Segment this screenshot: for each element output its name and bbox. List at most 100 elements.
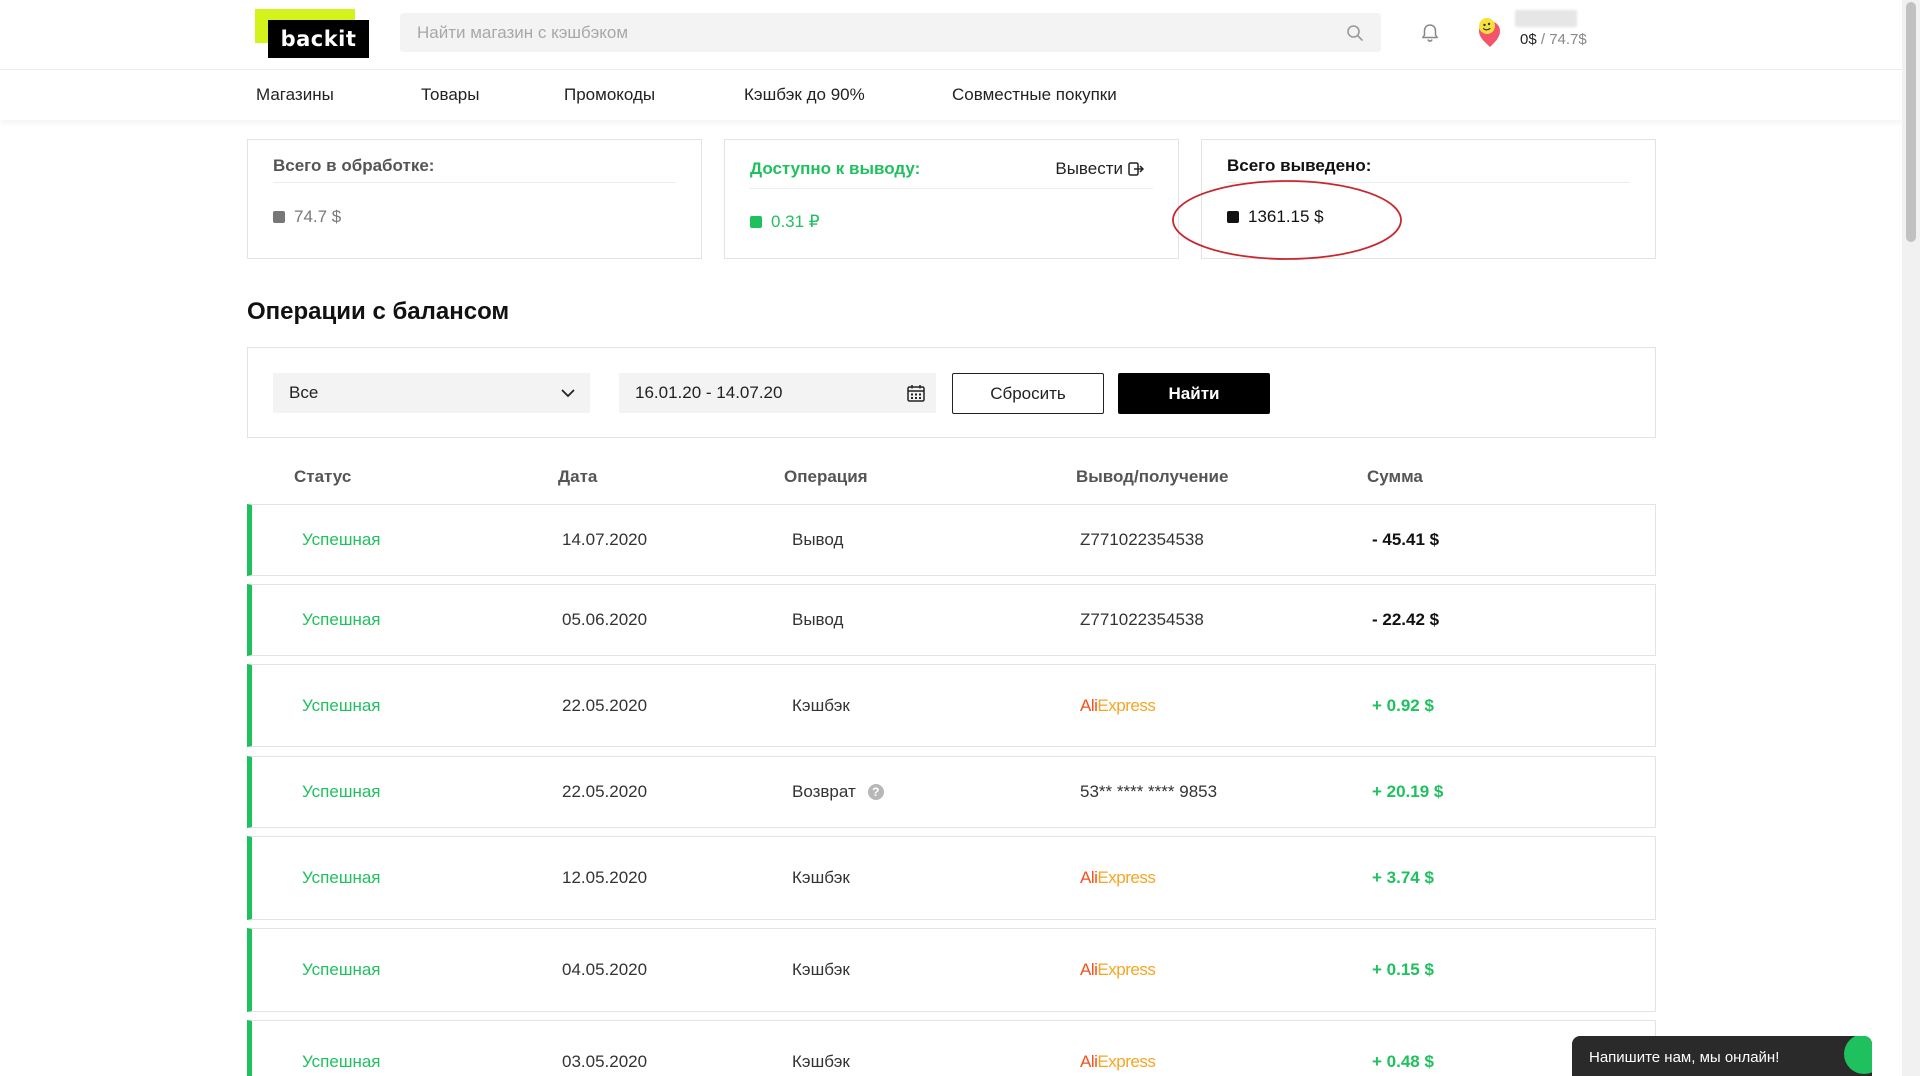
chat-label: Напишите нам, мы онлайн! <box>1589 1049 1780 1066</box>
balance-current: 0$ <box>1520 31 1537 48</box>
row-date: 14.07.2020 <box>562 530 648 549</box>
column-header-destination[interactable]: Вывод/получение <box>1076 467 1228 487</box>
top-header: backit 0$ / 74.7$ <box>0 0 1902 70</box>
column-header-sum[interactable]: Сумма <box>1367 467 1423 487</box>
balance-total: 74.7$ <box>1549 31 1587 48</box>
chevron-down-icon <box>561 389 575 398</box>
logo-text: backit <box>268 20 369 58</box>
reset-button[interactable]: Сбросить <box>952 373 1104 414</box>
find-button[interactable]: Найти <box>1118 373 1270 414</box>
row-date: 04.05.2020 <box>562 960 648 979</box>
search-bar[interactable] <box>400 13 1381 52</box>
row-operation: Кэшбэк <box>792 868 850 888</box>
table-row[interactable]: Успешная 04.05.2020 Кэшбэк AliExpress + … <box>247 928 1656 1012</box>
row-sum: - 45.41 $ <box>1372 530 1440 549</box>
row-date: 22.05.2020 <box>562 695 648 715</box>
bell-icon[interactable] <box>1419 22 1441 44</box>
processing-amount: 74.7 $ <box>294 207 342 226</box>
available-amount: 0.31 ₽ <box>771 212 820 231</box>
row-operation: Вывод <box>792 530 843 550</box>
date-range-field[interactable]: 16.01.20 - 14.07.20 <box>619 373 936 413</box>
row-status: Успешная <box>302 530 381 549</box>
nav-item-shops[interactable]: Магазины <box>256 85 334 105</box>
nav-item-products[interactable]: Товары <box>421 85 479 105</box>
card-available-value: 0.31 ₽ <box>750 212 820 232</box>
online-indicator <box>1844 1036 1872 1074</box>
row-sum: + 0.92 $ <box>1372 695 1434 715</box>
row-date: 22.05.2020 <box>562 782 648 801</box>
header-balance[interactable]: 0$ / 74.7$ <box>1520 31 1587 48</box>
search-input[interactable] <box>400 13 1381 52</box>
row-sum: + 20.19 $ <box>1372 782 1444 801</box>
card-processing-title: Всего в обработке: <box>273 156 435 175</box>
date-range-value: 16.01.20 - 14.07.20 <box>635 383 783 402</box>
column-header-status[interactable]: Статус <box>294 467 351 487</box>
row-operation: Кэшбэк <box>792 696 850 716</box>
main-nav: Магазины Товары Промокоды Кэшбэк до 90% … <box>0 70 1902 120</box>
card-available-title: Доступно к выводу: <box>750 159 921 178</box>
row-operation-label: Кэшбэк <box>792 868 850 887</box>
row-status: Успешная <box>302 782 381 801</box>
table-row[interactable]: Успешная 14.07.2020 Вывод Z771022354538 … <box>247 504 1656 576</box>
withdraw-button[interactable]: Вывести <box>1055 159 1144 179</box>
aliexpress-logo: AliExpress <box>1080 1052 1156 1071</box>
column-header-date[interactable]: Дата <box>558 467 597 487</box>
divider <box>273 182 676 183</box>
row-date: 03.05.2020 <box>562 1052 648 1071</box>
row-sum: + 0.48 $ <box>1372 1052 1434 1071</box>
aliexpress-logo: AliExpress <box>1080 695 1156 715</box>
row-sum: - 22.42 $ <box>1372 610 1440 629</box>
row-status: Успешная <box>302 1052 381 1071</box>
row-operation: Вывод <box>792 610 843 630</box>
row-destination: 53** **** **** 9853 <box>1080 782 1218 801</box>
row-operation: Кэшбэк <box>792 1052 850 1072</box>
table-row[interactable]: Успешная 22.05.2020 Кэшбэк AliExpress + … <box>247 664 1656 747</box>
table-row[interactable]: Успешная 12.05.2020 Кэшбэк AliExpress + … <box>247 836 1656 920</box>
card-processing-value: 74.7 $ <box>273 207 341 227</box>
column-header-operation[interactable]: Операция <box>784 467 868 487</box>
operations-title: Операции с балансом <box>247 298 510 325</box>
row-date: 05.06.2020 <box>562 610 648 629</box>
row-status: Успешная <box>302 960 381 979</box>
nav-item-promocodes[interactable]: Промокоды <box>564 85 655 105</box>
green-square-icon <box>750 216 762 228</box>
table-row[interactable]: Успешная 03.05.2020 Кэшбэк AliExpress + … <box>247 1020 1656 1076</box>
row-status: Успешная <box>302 695 381 715</box>
row-operation-label: Вывод <box>792 610 844 629</box>
row-date: 12.05.2020 <box>562 868 648 887</box>
table-row[interactable]: Успешная 22.05.2020 Возврат? 53** **** *… <box>247 756 1656 828</box>
row-destination: Z771022354538 <box>1080 530 1204 549</box>
row-operation-label: Возврат <box>792 782 856 801</box>
backit-logo[interactable]: backit <box>255 9 369 58</box>
exit-arrow-icon <box>1128 162 1144 176</box>
chat-widget[interactable]: Напишите нам, мы онлайн! <box>1572 1036 1872 1076</box>
row-operation-label: Кэшбэк <box>792 960 850 979</box>
row-operation-label: Вывод <box>792 530 844 549</box>
withdraw-label: Вывести <box>1055 159 1123 178</box>
table-row[interactable]: Успешная 05.06.2020 Вывод Z771022354538 … <box>247 584 1656 656</box>
row-status: Успешная <box>302 610 381 629</box>
row-status: Успешная <box>302 868 381 887</box>
search-icon[interactable] <box>1346 24 1364 42</box>
select-value: Все <box>289 383 319 402</box>
aliexpress-logo: AliExpress <box>1080 960 1156 979</box>
aliexpress-logo: AliExpress <box>1080 868 1156 887</box>
user-name-blurred[interactable] <box>1515 10 1577 27</box>
help-icon[interactable]: ? <box>867 784 884 800</box>
row-destination: Z771022354538 <box>1080 610 1204 629</box>
operation-type-select[interactable]: Все <box>273 373 590 413</box>
row-operation: Кэшбэк <box>792 960 850 980</box>
page-scrollbar[interactable] <box>1902 0 1920 1076</box>
balance-separator: / <box>1536 31 1550 48</box>
nav-item-cashback[interactable]: Кэшбэк до 90% <box>744 85 865 105</box>
row-operation-label: Кэшбэк <box>792 1052 850 1071</box>
row-operation: Возврат? <box>792 782 884 802</box>
scrollbar-thumb[interactable] <box>1906 2 1916 242</box>
nav-item-joint-purchases[interactable]: Совместные покупки <box>952 85 1117 105</box>
calendar-icon[interactable] <box>906 383 926 403</box>
card-available: Доступно к выводу: Вывести 0.31 ₽ <box>724 139 1179 259</box>
avatar[interactable] <box>1473 15 1507 49</box>
red-highlight-ellipse <box>1172 180 1402 260</box>
divider <box>750 188 1153 189</box>
card-withdrawn-title: Всего выведено: <box>1227 156 1372 175</box>
